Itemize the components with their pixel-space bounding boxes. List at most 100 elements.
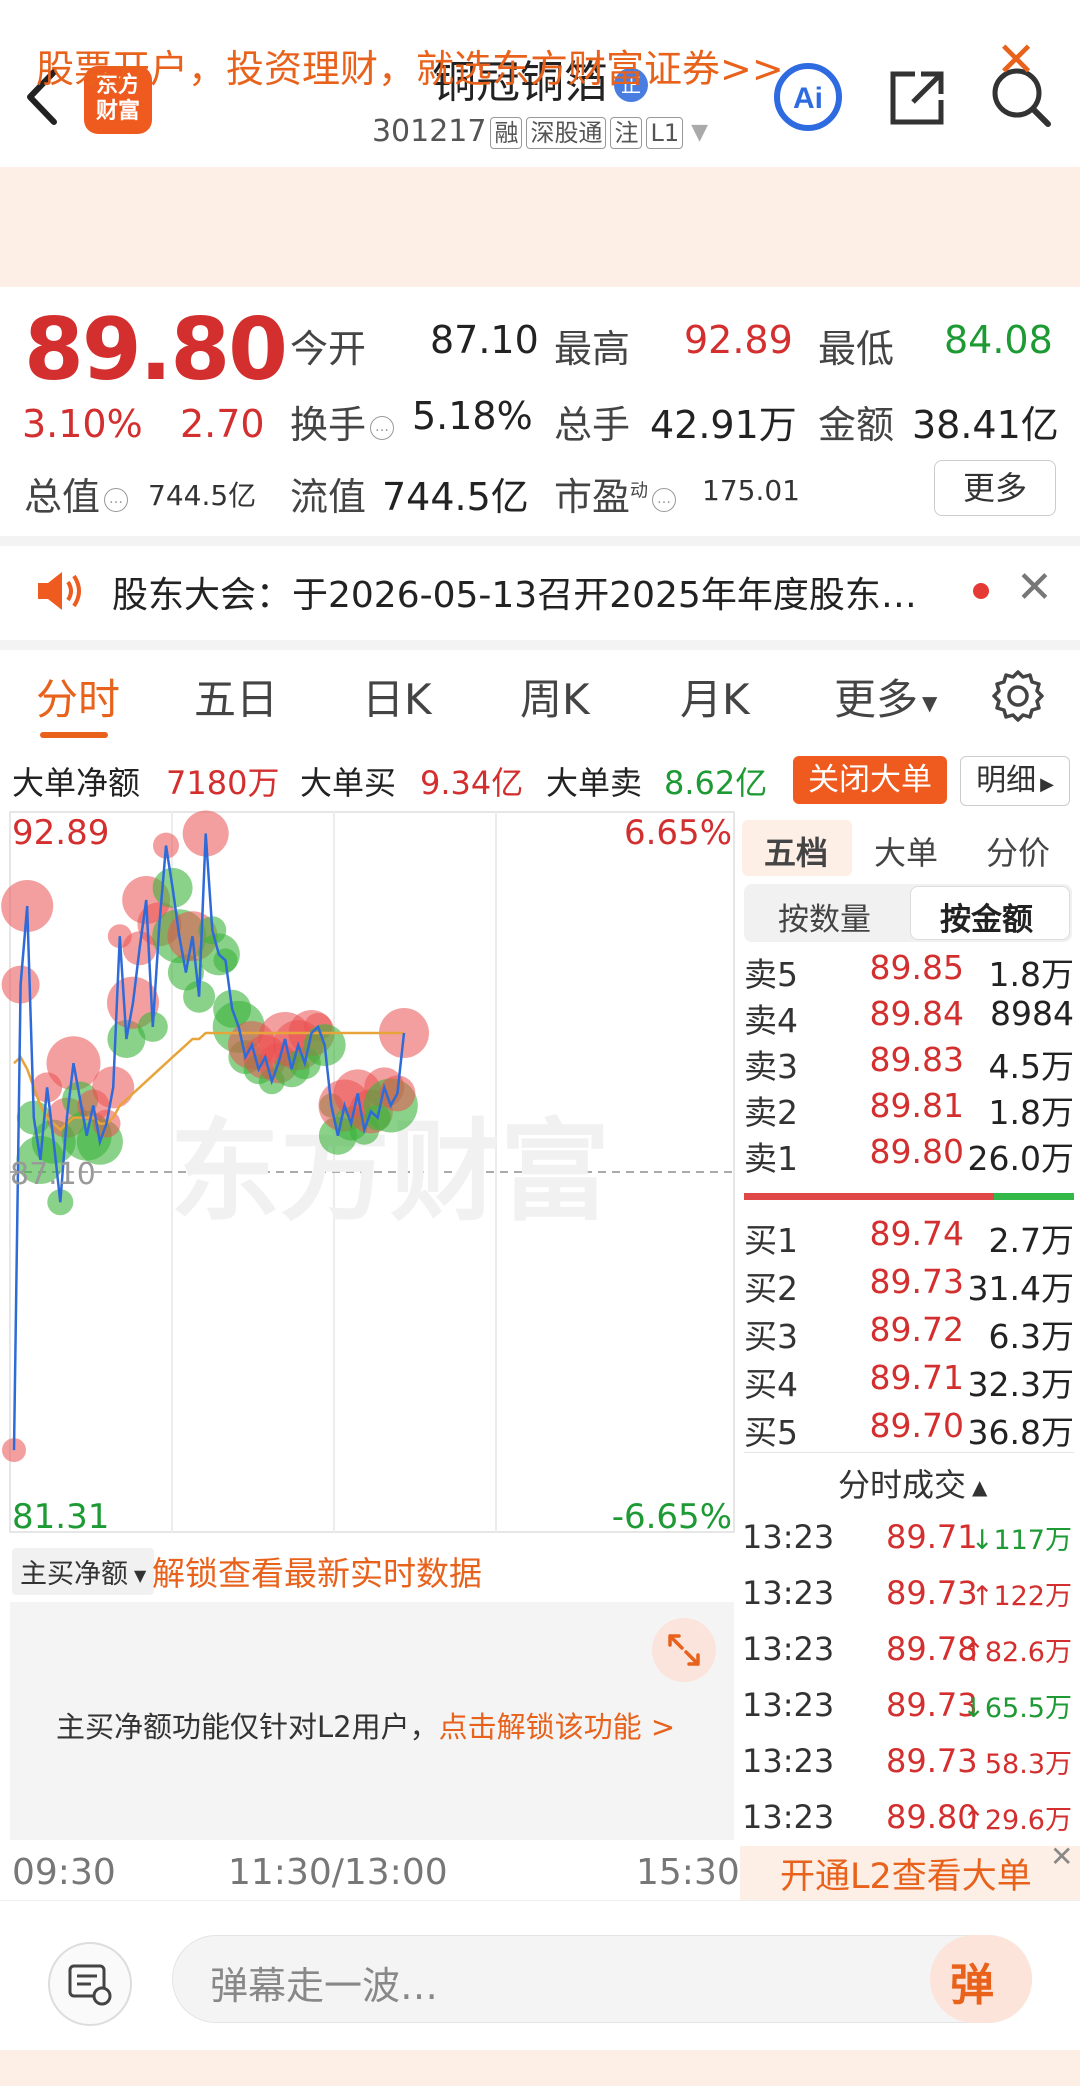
- share-icon[interactable]: [885, 66, 949, 130]
- big-net-value: 7180万: [166, 764, 280, 802]
- expand-icon[interactable]: [652, 1618, 716, 1682]
- tick-price: 89.73: [886, 1742, 978, 1780]
- tab-weekly-k[interactable]: 周K: [520, 666, 590, 727]
- by-amount-button[interactable]: 按金额: [940, 894, 1033, 939]
- l2-close-icon[interactable]: ✕: [1050, 1840, 1073, 1873]
- ask-row[interactable]: 卖1 89.80 26.0万: [744, 1132, 1074, 1178]
- divider: [0, 536, 1080, 546]
- info-icon[interactable]: …: [370, 415, 395, 440]
- tab-monthly-k[interactable]: 月K: [680, 666, 750, 727]
- pe-sup: 动: [630, 480, 649, 502]
- tick-row[interactable]: 13:23 89.73 ↑122万: [742, 1574, 1076, 1624]
- tab-five-day[interactable]: 五日: [194, 666, 278, 727]
- tick-time: 13:23: [742, 1574, 835, 1612]
- tag-l1: L1: [646, 117, 684, 149]
- ask-row[interactable]: 卖2 89.81 1.8万: [744, 1086, 1074, 1132]
- mktcap-value: 744.5亿: [148, 479, 257, 512]
- pct-bottom-label: -6.65%: [612, 1497, 732, 1537]
- tick-volume: ↓65.5万: [962, 1693, 1072, 1724]
- ask-row[interactable]: 卖5 89.85 1.8万: [744, 948, 1074, 994]
- tick-price: 89.71: [886, 1518, 978, 1556]
- caret-up-icon: ▲: [972, 1475, 988, 1499]
- promo-text[interactable]: 股票开户，投资理财，就选东方财富证券>>: [36, 38, 784, 93]
- tab-price-dist[interactable]: 分价: [986, 828, 1050, 874]
- danmu-settings-button[interactable]: [48, 1942, 132, 2026]
- low-value: 84.08: [944, 318, 1053, 362]
- time-start-label: 09:30: [12, 1852, 116, 1893]
- tab-five-levels[interactable]: 五档: [764, 828, 828, 874]
- bid-row[interactable]: 买5 89.70 36.8万: [744, 1406, 1074, 1452]
- turnover-label[interactable]: 换手…: [290, 394, 398, 449]
- tick-row[interactable]: 13:23 89.78 ↑82.6万: [742, 1630, 1076, 1680]
- bid-row[interactable]: 买4 89.71 32.3万: [744, 1358, 1074, 1404]
- current-price: 89.80: [24, 300, 288, 400]
- caret-down-icon: ▼: [922, 690, 938, 715]
- y-bottom-label: 81.31: [12, 1497, 109, 1537]
- change-pct: 3.10%: [22, 402, 143, 446]
- speaker-icon: [34, 568, 84, 614]
- tick-volume: ↑122万: [970, 1581, 1072, 1612]
- ask-row[interactable]: 卖3 89.83 4.5万: [744, 1040, 1074, 1086]
- tick-volume: ↓117万: [970, 1525, 1072, 1556]
- ai-label: Ai: [793, 82, 823, 115]
- divider: [0, 640, 1080, 650]
- ask-row[interactable]: 卖4 89.84 8984: [744, 994, 1074, 1040]
- unlock-feature-link[interactable]: 点击解锁该功能 >: [439, 1710, 676, 1744]
- big-buy-value: 9.34亿: [420, 764, 524, 802]
- promo-banner[interactable]: [0, 167, 1080, 287]
- volume-value: 42.91万: [650, 403, 797, 447]
- notice-text[interactable]: 股东大会：于2026-05-13召开2025年年度股东…: [112, 566, 917, 618]
- turnover-value: 5.18%: [412, 394, 533, 438]
- time-end-label: 15:30: [636, 1852, 740, 1893]
- tick-volume: ↑82.6万: [962, 1637, 1072, 1668]
- tick-row[interactable]: 13:23 89.73 ↓65.5万: [742, 1686, 1076, 1736]
- bid-row[interactable]: 买1 89.74 2.7万: [744, 1214, 1074, 1260]
- promo-close-icon[interactable]: ✕: [996, 32, 1036, 88]
- tab-underline: [40, 732, 108, 738]
- tick-row[interactable]: 13:23 89.80 ↑29.6万: [742, 1798, 1076, 1848]
- tick-row[interactable]: 13:23 89.71 ↓117万: [742, 1518, 1076, 1568]
- close-big-order-button[interactable]: 关闭大单: [793, 756, 947, 804]
- tick-time: 13:23: [742, 1742, 835, 1780]
- amount-label: 金额: [818, 403, 895, 447]
- pe-label[interactable]: 市盈动…: [554, 466, 680, 521]
- tab-big-orders[interactable]: 大单: [874, 828, 938, 874]
- notice-close-icon[interactable]: ✕: [1016, 562, 1053, 613]
- tab-more[interactable]: 更多 ▼: [834, 666, 937, 727]
- open-value: 87.10: [430, 318, 539, 362]
- tick-row[interactable]: 13:23 89.73 58.3万: [742, 1742, 1076, 1792]
- by-quantity-button[interactable]: 按数量: [778, 894, 871, 939]
- intraday-chart[interactable]: 东方财富 92.89 6.65% 87.10 81.31 -6.65%: [0, 810, 740, 1540]
- tag-shengutong: 深股通: [526, 117, 607, 149]
- amount-value: 38.41亿: [912, 403, 1059, 447]
- buy-sell-ratio-green: [994, 1193, 1074, 1200]
- pct-top-label: 6.65%: [624, 813, 732, 853]
- high-label: 最高: [554, 327, 631, 371]
- bid-row[interactable]: 买3 89.72 6.3万: [744, 1310, 1074, 1356]
- info-icon[interactable]: …: [652, 487, 677, 512]
- info-icon[interactable]: …: [104, 487, 129, 512]
- chart-tabs: 分时 五日 日K 周K 月K 更多 ▼: [0, 650, 1080, 746]
- tick-time: 13:23: [742, 1686, 835, 1724]
- caret-down-icon: ▼: [134, 1566, 147, 1585]
- caret-down-icon[interactable]: ▼: [691, 120, 708, 145]
- detail-button[interactable]: 明细 ▶: [960, 756, 1070, 806]
- money-flow-select[interactable]: 主买净额 ▼: [12, 1548, 155, 1595]
- tab-daily-k[interactable]: 日K: [362, 666, 432, 727]
- time-mid-label: 11:30/13:00: [228, 1852, 448, 1893]
- mktcap-label[interactable]: 总值…: [24, 466, 132, 521]
- buy-sell-ratio-red: [744, 1193, 994, 1200]
- big-sell-value: 8.62亿: [664, 764, 768, 802]
- tag-rong: 融: [490, 117, 523, 149]
- danmu-send-button[interactable]: 弹: [930, 1935, 1032, 2023]
- ticks-title[interactable]: 分时成交 ▲: [838, 1460, 987, 1506]
- bottom-tint: [0, 2050, 1080, 2086]
- settings-gear-icon[interactable]: [990, 668, 1046, 724]
- volume-label: 总手: [554, 403, 631, 447]
- more-quote-button[interactable]: 更多: [934, 460, 1056, 516]
- l2-banner-text[interactable]: 开通L2查看大单: [780, 1848, 1032, 1899]
- change-amount: 2.70: [180, 402, 265, 446]
- unlock-realtime-link[interactable]: 解锁查看最新实时数据: [152, 1547, 482, 1595]
- bid-row[interactable]: 买2 89.73 31.4万: [744, 1262, 1074, 1308]
- tab-intraday[interactable]: 分时: [36, 666, 120, 727]
